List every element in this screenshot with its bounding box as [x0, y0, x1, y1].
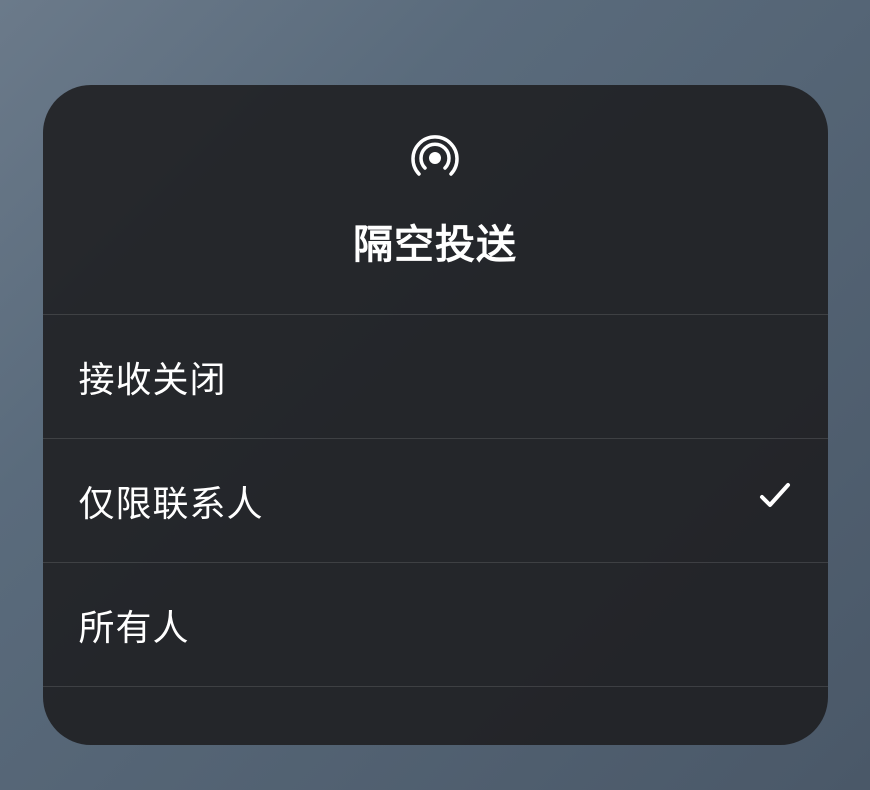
option-receiving-off[interactable]: 接收关闭 — [43, 315, 828, 439]
airdrop-settings-panel: 隔空投送 接收关闭 仅限联系人 所有人 — [43, 85, 828, 745]
option-label: 所有人 — [79, 599, 190, 651]
option-label: 仅限联系人 — [79, 475, 264, 527]
option-everyone[interactable]: 所有人 — [43, 563, 828, 687]
airdrop-icon — [407, 130, 463, 186]
option-label: 接收关闭 — [79, 351, 227, 403]
panel-header: 隔空投送 — [43, 85, 828, 315]
checkmark-icon — [758, 479, 792, 523]
options-list: 接收关闭 仅限联系人 所有人 — [43, 315, 828, 687]
panel-title: 隔空投送 — [353, 212, 517, 270]
option-contacts-only[interactable]: 仅限联系人 — [43, 439, 828, 563]
